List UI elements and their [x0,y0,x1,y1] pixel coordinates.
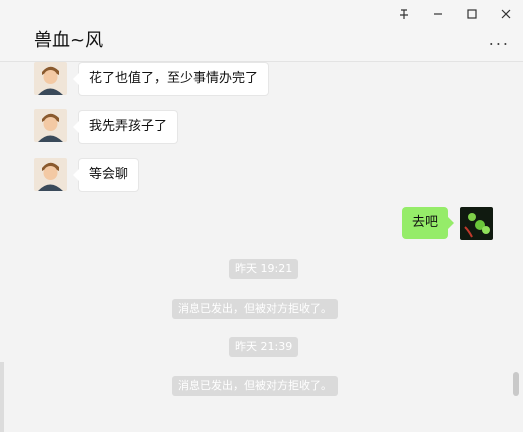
window-edge [0,362,4,432]
pin-icon [400,9,408,19]
window-controls [387,0,523,28]
system-notice: 消息已发出，但被对方拒收了。 [172,299,338,319]
timestamp-label: 昨天 19:21 [229,259,299,279]
more-button[interactable]: ... [489,30,510,49]
contact-avatar[interactable] [34,109,67,142]
maximize-icon [467,9,477,19]
system-notice: 消息已发出，但被对方拒收了。 [172,376,338,396]
close-icon [501,9,511,19]
message-bubble[interactable]: 等会聊 [72,158,140,192]
avatar-icon [34,62,67,95]
minimize-icon [434,13,442,15]
more-icon: ... [488,30,510,49]
contact-avatar[interactable] [34,158,67,191]
avatar-icon [34,158,67,191]
avatar-icon [34,109,67,142]
contact-avatar[interactable] [34,62,67,95]
close-button[interactable] [489,0,523,28]
chat-area[interactable]: 花了也值了，至少事情办完了 我先弄孩子了 等会聊 去吧 昨天 19:21 消息已… [0,62,523,432]
chat-scrollbar[interactable] [513,372,519,396]
message-bubble[interactable]: 去吧 [402,207,455,239]
minimize-button[interactable] [421,0,455,28]
my-avatar[interactable] [460,207,493,240]
maximize-button[interactable] [455,0,489,28]
avatar-icon [460,207,493,240]
message-bubble[interactable]: 我先弄孩子了 [72,110,179,144]
message-bubble[interactable]: 花了也值了，至少事情办完了 [72,62,270,96]
chat-header: 兽血~风 ... [0,0,523,62]
pin-button[interactable] [387,0,421,28]
timestamp-label: 昨天 21:39 [229,337,299,357]
chat-title: 兽血~风 [34,30,104,51]
